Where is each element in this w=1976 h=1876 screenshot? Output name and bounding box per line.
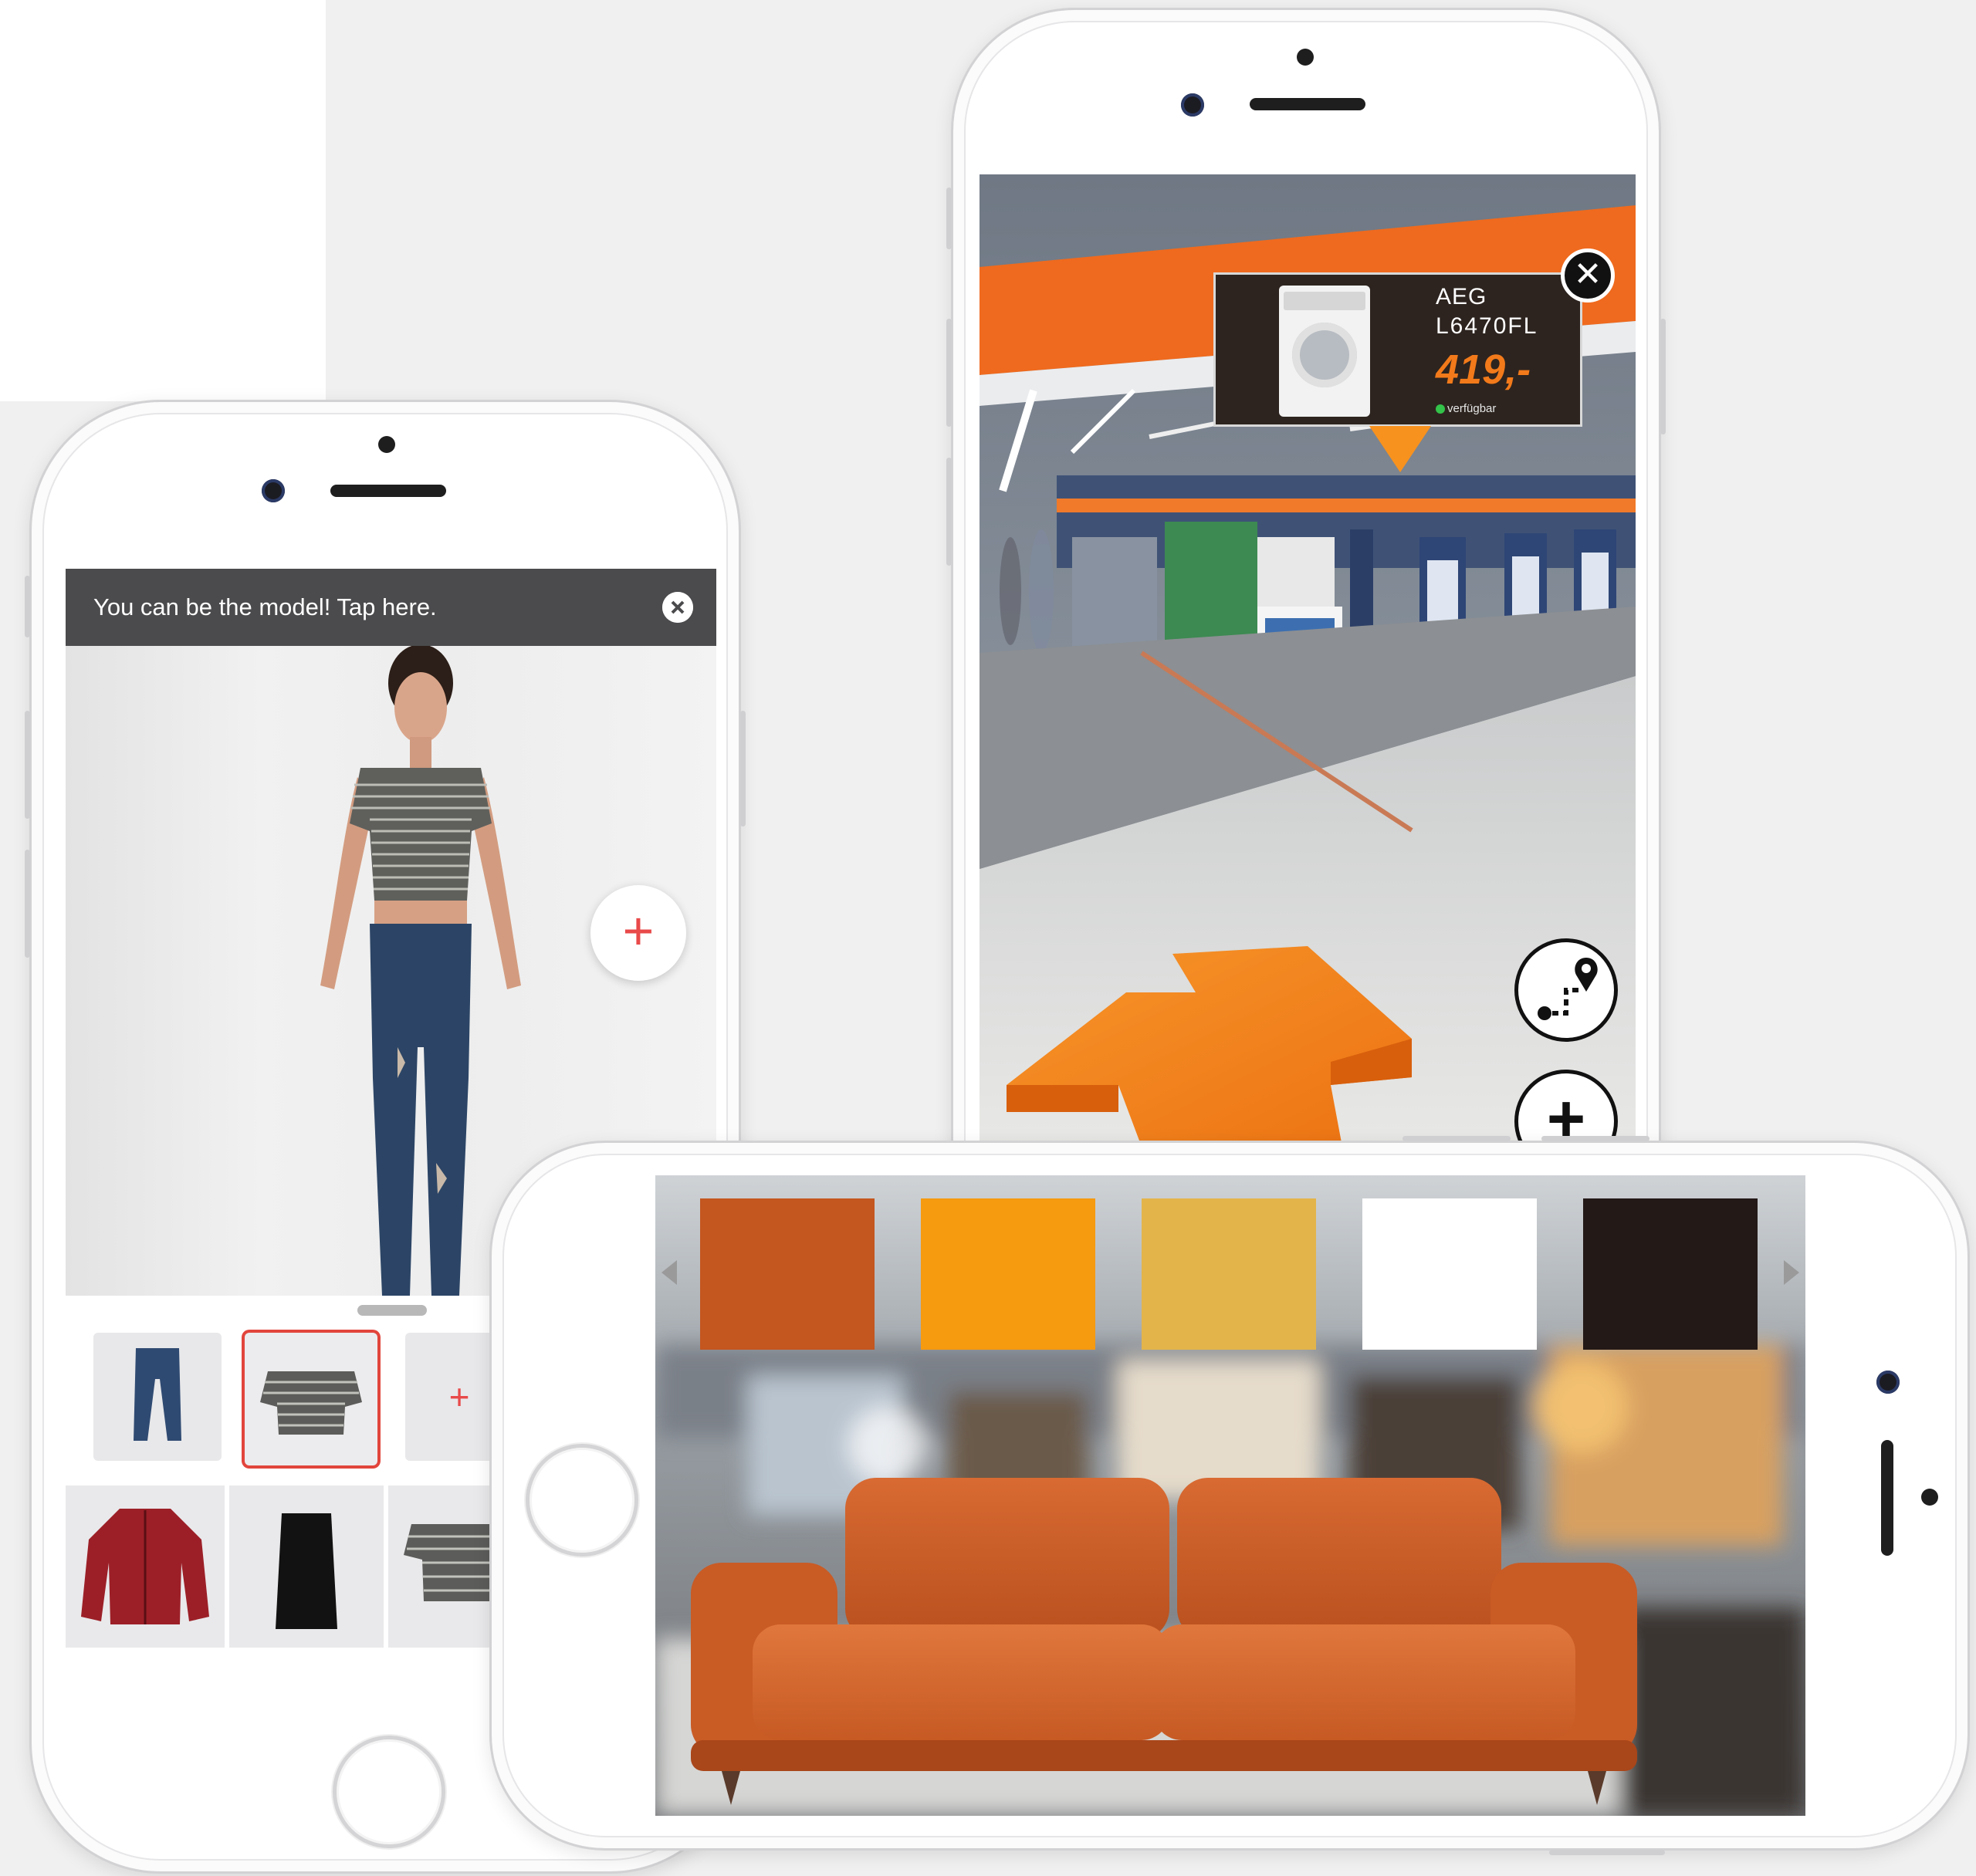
home-button[interactable] [526, 1444, 638, 1557]
sofa-ar-view [655, 1175, 1805, 1816]
thumb-striped-top[interactable] [245, 1333, 377, 1465]
grid-item-black-top[interactable] [229, 1486, 384, 1648]
grid-item-red-jacket[interactable] [66, 1486, 225, 1648]
availability-dot-icon [1436, 404, 1445, 414]
model-hint-banner[interactable]: You can be the model! Tap here. [66, 569, 716, 646]
proximity-sensor [1921, 1489, 1938, 1506]
close-card-button[interactable]: ✕ [1561, 248, 1615, 303]
color-swatch-4[interactable] [1362, 1198, 1537, 1350]
card-pointer-icon [1369, 426, 1431, 472]
proximity-sensor [1297, 49, 1314, 66]
color-swatch-2[interactable] [921, 1198, 1095, 1350]
power-button [740, 711, 746, 826]
red-jacket-icon [81, 1509, 209, 1624]
black-top-icon [276, 1513, 337, 1629]
volume-down-button [946, 458, 952, 566]
thumb-jeans[interactable] [93, 1333, 222, 1461]
route-icon [1538, 958, 1598, 1020]
mute-switch [946, 188, 952, 249]
product-info-card[interactable]: AEG L6470FL 419,- verfügbar [1213, 272, 1582, 427]
close-circle-icon [662, 592, 693, 623]
route-button[interactable] [1514, 938, 1618, 1042]
product-brand: AEG [1436, 284, 1487, 309]
power-button [1660, 319, 1666, 434]
color-swatch-3[interactable] [1142, 1198, 1316, 1350]
color-swatch-5[interactable] [1583, 1198, 1758, 1350]
jeans-icon [134, 1348, 181, 1441]
hint-text: You can be the model! Tap here. [93, 593, 437, 620]
front-camera [262, 479, 285, 502]
proximity-sensor [378, 436, 395, 453]
volume-down-button [1541, 1136, 1649, 1141]
add-button[interactable]: + [1514, 1070, 1618, 1147]
add-item-button[interactable]: + [590, 885, 686, 981]
front-camera [1876, 1371, 1900, 1394]
store-camera-view: AEG L6470FL 419,- verfügbar ✕ + [980, 174, 1636, 1147]
drawer-handle[interactable] [357, 1305, 427, 1316]
striped-top-icon [260, 1371, 362, 1435]
product-model: L6470FL [1436, 313, 1538, 339]
volume-up-button [1402, 1136, 1511, 1141]
home-button[interactable] [333, 1736, 445, 1848]
availability-label: verfügbar [1447, 402, 1497, 415]
power-button [1549, 1850, 1665, 1855]
product-price: 419,- [1436, 346, 1531, 393]
phone-sofa-color-picker [489, 1136, 1970, 1855]
volume-up-button [25, 711, 30, 819]
sofa-model-image [691, 1478, 1637, 1805]
close-hint-button[interactable] [662, 592, 693, 623]
volume-down-button [25, 850, 30, 958]
earpiece-speaker [330, 485, 446, 497]
mute-switch [25, 576, 30, 637]
earpiece-speaker [1881, 1440, 1893, 1556]
earpiece-speaker [1250, 98, 1365, 110]
color-swatch-1[interactable] [700, 1198, 875, 1350]
swatch-next-arrow-icon[interactable] [1784, 1260, 1799, 1285]
washing-machine-image [1279, 286, 1370, 417]
swatch-prev-arrow-icon[interactable] [661, 1260, 677, 1285]
front-camera [1181, 93, 1204, 117]
background-panel [0, 0, 326, 401]
volume-up-button [946, 319, 952, 427]
